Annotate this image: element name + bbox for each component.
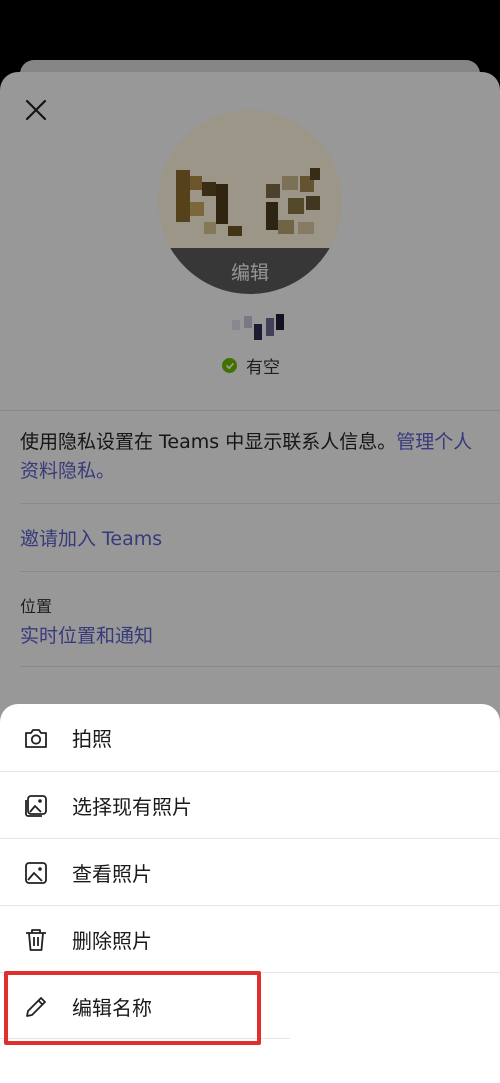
image-icon xyxy=(22,859,50,887)
choose-existing-photo-button[interactable]: 选择现有照片 xyxy=(0,772,500,839)
take-photo-label: 拍照 xyxy=(72,727,112,751)
delete-photo-button[interactable]: 删除照片 xyxy=(0,906,500,973)
choose-existing-photo-label: 选择现有照片 xyxy=(72,795,192,819)
gallery-icon xyxy=(22,792,50,820)
highlight-box xyxy=(4,971,261,1045)
take-photo-button[interactable]: 拍照 xyxy=(0,704,500,771)
delete-photo-label: 删除照片 xyxy=(72,929,152,953)
camera-icon xyxy=(22,724,50,752)
trash-icon xyxy=(22,926,50,954)
view-photo-label: 查看照片 xyxy=(72,862,152,886)
view-photo-button[interactable]: 查看照片 xyxy=(0,839,500,906)
